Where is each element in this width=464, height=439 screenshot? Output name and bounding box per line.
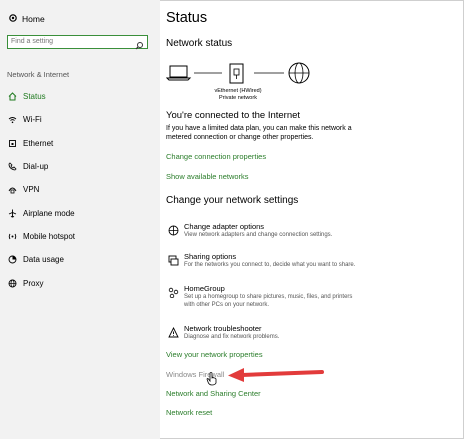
- home-label: Home: [22, 14, 45, 24]
- home-icon: [8, 92, 23, 101]
- network-status-heading: Network status: [166, 38, 233, 49]
- hotspot-icon: [8, 232, 23, 241]
- warning-icon: [168, 325, 179, 343]
- sharing-icon: [168, 253, 179, 271]
- adapter-profile: Private network: [219, 95, 257, 101]
- data-usage-icon: [8, 255, 23, 264]
- search-input[interactable]: Find a setting: [7, 35, 148, 50]
- sidebar-item-label: Wi-Fi: [23, 115, 42, 125]
- sidebar-item-dialup[interactable]: Dial-up: [0, 155, 160, 178]
- option-title: Change adapter options: [184, 222, 265, 231]
- sidebar-item-label: Airplane mode: [23, 208, 75, 218]
- search-placeholder: Find a setting: [11, 38, 54, 45]
- adapter-name: vEthernet (HWired): [214, 88, 262, 94]
- sidebar-item-status[interactable]: Status: [0, 85, 160, 108]
- sidebar-item-label: Proxy: [23, 278, 44, 288]
- vpn-icon: [8, 185, 23, 194]
- search-icon[interactable]: [135, 37, 144, 55]
- sidebar-item-airplane[interactable]: Airplane mode: [0, 201, 160, 224]
- section-label: Network & Internet: [7, 70, 70, 79]
- globe-icon: [8, 279, 23, 288]
- sidebar-item-label: Status: [23, 92, 46, 102]
- show-available-networks-link[interactable]: Show available networks: [166, 172, 249, 181]
- sidebar-item-label: Mobile hotspot: [23, 231, 76, 241]
- sidebar-item-data-usage[interactable]: Data usage: [0, 248, 160, 271]
- home-nav-item[interactable]: Home: [8, 13, 45, 25]
- airplane-icon: [8, 209, 23, 218]
- sidebar-item-label: VPN: [23, 185, 40, 195]
- change-settings-heading: Change your network settings: [166, 195, 299, 206]
- option-title: Network troubleshooter: [184, 324, 262, 333]
- sidebar-item-label: Dial-up: [23, 162, 49, 172]
- sidebar-item-label: Data usage: [23, 255, 64, 265]
- connection-status-description: If you have a limited data plan, you can…: [166, 125, 352, 141]
- sidebar-item-hotspot[interactable]: Mobile hotspot: [0, 225, 160, 248]
- laptop-icon: [166, 65, 192, 81]
- internet-globe-icon: [288, 62, 310, 84]
- option-description: View network adapters and change connect…: [184, 232, 333, 238]
- adapter-caption: vEthernet (HWired) Private network: [210, 88, 266, 102]
- hand-cursor-icon: [206, 372, 217, 386]
- page-title: Status: [166, 10, 208, 26]
- wifi-icon: [8, 115, 23, 124]
- view-network-properties-link[interactable]: View your network properties: [166, 350, 263, 359]
- option-title: HomeGroup: [184, 284, 225, 293]
- homegroup-icon: [168, 285, 179, 303]
- red-arrow-annotation: [228, 368, 324, 382]
- phone-icon: [8, 162, 23, 171]
- adapter-options-icon: [168, 223, 179, 241]
- ethernet-icon: [8, 139, 23, 148]
- sidebar-item-ethernet[interactable]: Ethernet: [0, 132, 160, 155]
- gear-icon: [8, 13, 22, 25]
- sidebar-nav: Status Wi-Fi Ethernet Dial-up VPN Airpla…: [0, 85, 160, 295]
- connection-status-title: You're connected to the Internet: [166, 110, 301, 121]
- network-sharing-center-link[interactable]: Network and Sharing Center: [166, 389, 261, 398]
- network-reset-link[interactable]: Network reset: [166, 408, 212, 417]
- change-connection-properties-link[interactable]: Change connection properties: [166, 152, 266, 161]
- sidebar-item-proxy[interactable]: Proxy: [0, 271, 160, 294]
- sidebar-item-label: Ethernet: [23, 138, 54, 148]
- sidebar-item-wifi[interactable]: Wi-Fi: [0, 108, 160, 131]
- sidebar: Home Find a setting Network & Internet S…: [0, 0, 160, 439]
- option-description: Diagnose and fix network problems.: [184, 334, 280, 340]
- option-title: Sharing options: [184, 252, 237, 261]
- option-description: Set up a homegroup to share pictures, mu…: [184, 294, 353, 308]
- sidebar-item-vpn[interactable]: VPN: [0, 178, 160, 201]
- ethernet-adapter-icon: [229, 63, 244, 84]
- option-description: For the networks you connect to, decide …: [184, 262, 356, 268]
